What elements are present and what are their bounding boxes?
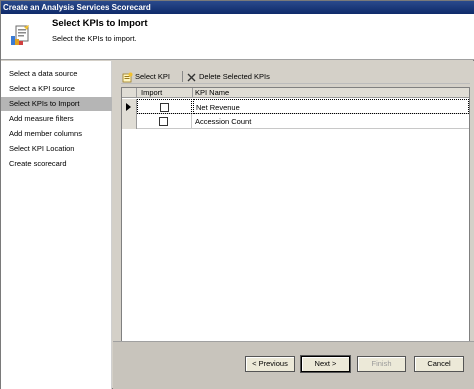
- scorecard-wizard-icon: [11, 25, 29, 45]
- row-selector[interactable]: [122, 114, 137, 129]
- kpi-name-cell[interactable]: Net Revenue: [193, 99, 469, 114]
- step-add-member-columns[interactable]: Add member columns: [1, 127, 112, 141]
- step-select-kpis-to-import[interactable]: Select KPIs to Import: [1, 97, 112, 111]
- import-checkbox[interactable]: [159, 117, 168, 126]
- step-select-kpi-location[interactable]: Select KPI Location: [1, 142, 112, 156]
- wizard-window: Create an Analysis Services Scorecard Se…: [0, 0, 474, 389]
- grid-header: Import KPI Name: [122, 88, 469, 98]
- row-selector[interactable]: [122, 99, 137, 114]
- import-cell: [137, 114, 192, 129]
- toolbar-separator: [182, 71, 183, 82]
- page-subtitle: Select the KPIs to import.: [52, 34, 137, 43]
- step-create-scorecard[interactable]: Create scorecard: [1, 157, 112, 171]
- page-title: Select KPIs to Import: [52, 18, 148, 29]
- main-panel: Select KPI Delete Selected KPIs Import K…: [113, 61, 474, 389]
- step-select-kpi-source[interactable]: Select a KPI source: [1, 82, 112, 96]
- wizard-steps: Select a data source Select a KPI source…: [1, 61, 112, 389]
- row-header-corner: [122, 88, 137, 98]
- select-kpi-label: Select KPI: [135, 72, 171, 81]
- select-kpi-icon: [122, 72, 133, 82]
- delete-selected-label: Delete Selected KPIs: [199, 72, 270, 81]
- cancel-button[interactable]: Cancel: [414, 356, 464, 372]
- kpi-toolbar: Select KPI Delete Selected KPIs: [121, 69, 470, 84]
- table-row[interactable]: Net Revenue: [122, 99, 469, 114]
- step-add-measure-filters[interactable]: Add measure filters: [1, 112, 112, 126]
- import-checkbox[interactable]: [160, 103, 169, 112]
- table-row[interactable]: Accession Count: [122, 114, 469, 129]
- wizard-footer: < Previous Next > Finish Cancel: [113, 341, 474, 389]
- current-row-arrow-icon: [126, 103, 131, 111]
- delete-selected-kpis-button[interactable]: Delete Selected KPIs: [187, 71, 270, 83]
- column-header-kpi-name[interactable]: KPI Name: [193, 88, 469, 98]
- delete-icon: [187, 73, 196, 81]
- previous-button[interactable]: < Previous: [245, 356, 295, 372]
- window-title: Create an Analysis Services Scorecard: [1, 1, 474, 14]
- next-button[interactable]: Next >: [300, 355, 351, 373]
- column-header-import[interactable]: Import: [137, 88, 193, 98]
- select-kpi-button[interactable]: Select KPI: [122, 71, 170, 83]
- step-select-data-source[interactable]: Select a data source: [1, 67, 112, 81]
- import-cell: [137, 99, 192, 114]
- kpi-grid: Import KPI Name Net Revenue Accession Co…: [121, 87, 470, 361]
- kpi-name-cell[interactable]: Accession Count: [193, 114, 469, 129]
- wizard-header: Select KPIs to Import Select the KPIs to…: [1, 14, 474, 60]
- finish-button[interactable]: Finish: [357, 356, 406, 372]
